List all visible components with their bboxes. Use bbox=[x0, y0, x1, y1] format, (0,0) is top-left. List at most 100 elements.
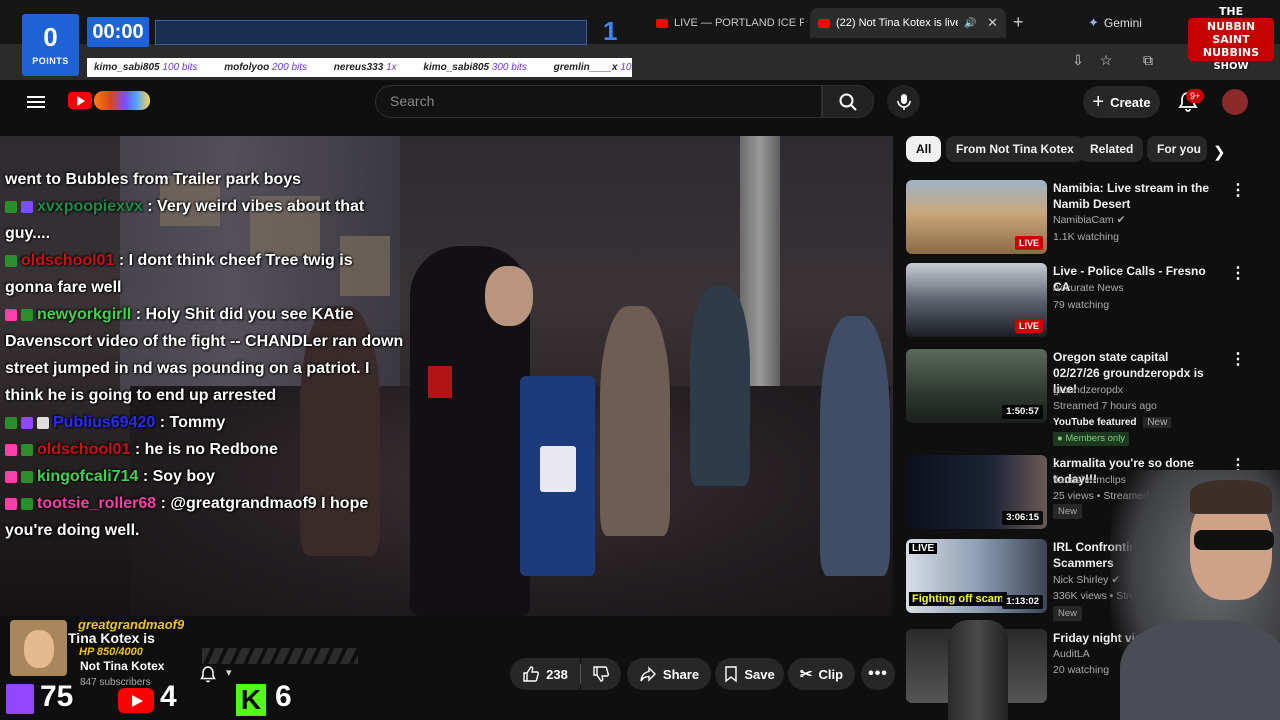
video-thumbnail[interactable]: 3:06:15 bbox=[906, 455, 1047, 529]
chip-all[interactable]: All bbox=[906, 136, 942, 162]
subscriber-count: 847 subscribers bbox=[80, 677, 151, 688]
recommendation-item[interactable]: LIVE Live - Police Calls - Fresno CA Acc… bbox=[906, 263, 1246, 343]
voice-search-button[interactable] bbox=[887, 85, 920, 118]
channel-name[interactable]: groundzeropdx bbox=[1053, 384, 1123, 396]
save-button[interactable]: Save bbox=[715, 658, 784, 690]
account-avatar[interactable] bbox=[1222, 89, 1248, 115]
close-tab-icon[interactable]: ✕ bbox=[981, 15, 998, 31]
recommendation-item[interactable]: LIVE Namibia: Live stream in the Namib D… bbox=[906, 180, 1246, 260]
badge-icon bbox=[21, 497, 33, 510]
ticker-item: gremlin____x 100 bits bbox=[553, 62, 632, 73]
channel-avatar[interactable] bbox=[10, 620, 67, 676]
chevron-down-icon[interactable]: ▾ bbox=[226, 666, 232, 679]
points-value: 0 bbox=[43, 22, 58, 52]
more-vertical-icon[interactable]: ⋮ bbox=[1230, 180, 1246, 200]
badge-icon bbox=[5, 254, 17, 267]
chip-for-you[interactable]: For you bbox=[1147, 136, 1207, 162]
duration-badge: 1:50:57 bbox=[1002, 405, 1043, 419]
menu-icon[interactable] bbox=[27, 93, 45, 109]
ticker-item: mofolyoo 200 bits bbox=[224, 62, 308, 73]
tab-not-tina-kotex[interactable]: (22) Not Tina Kotex is live - 🔊 ✕ bbox=[810, 8, 1006, 38]
notification-badge: 9+ bbox=[1186, 89, 1205, 103]
create-button[interactable]: + Create bbox=[1083, 86, 1160, 118]
chip-from-channel[interactable]: From Not Tina Kotex bbox=[946, 136, 1084, 162]
video-thumbnail[interactable]: 1:50:57 bbox=[906, 349, 1047, 423]
share-button[interactable]: Share bbox=[627, 658, 711, 690]
thumbnail-live-text: LIVE bbox=[909, 543, 938, 554]
subscription-bell-icon[interactable] bbox=[198, 664, 218, 684]
kick-viewer-count: 6 bbox=[275, 680, 292, 713]
show-logo: THE NUBBIN SAINT NUBBINS SHOW bbox=[1186, 2, 1276, 74]
kick-icon: K bbox=[236, 684, 266, 716]
hp-bar bbox=[202, 648, 358, 664]
recommendation-item[interactable]: 1:50:57 Oregon state capital 02/27/26 gr… bbox=[906, 349, 1246, 449]
more-vertical-icon[interactable]: ⋮ bbox=[1230, 349, 1246, 369]
channel-name[interactable]: Nick Shirley bbox=[1053, 574, 1108, 586]
video-thumbnail[interactable]: LIVE bbox=[906, 180, 1047, 254]
verified-icon: ✔ bbox=[1116, 214, 1126, 226]
chat-message: xvxpoopiexvx : Very weird vibes about th… bbox=[5, 198, 365, 242]
extensions-icon[interactable]: ⧉ bbox=[1138, 50, 1158, 70]
channel-name[interactable]: Not Tina Kotex bbox=[80, 659, 164, 673]
clip-button[interactable]: ✂ Clip bbox=[788, 658, 855, 690]
search-icon bbox=[839, 93, 857, 111]
thumbnail-caption: Fighting off scam bbox=[909, 592, 1007, 606]
video-meta: 79 watching bbox=[1053, 299, 1110, 311]
heart-icon bbox=[5, 497, 17, 510]
channel-name[interactable]: Accurate News bbox=[1053, 282, 1124, 294]
channel-name[interactable]: AuditLA bbox=[1053, 648, 1090, 660]
more-actions-button[interactable]: ••• bbox=[861, 658, 895, 690]
badge-icon bbox=[21, 200, 33, 213]
like-button[interactable]: 238 bbox=[510, 658, 580, 690]
duration-badge: 1:13:02 bbox=[1002, 595, 1043, 609]
chat-message: Publius69420 : Tommy bbox=[5, 409, 405, 436]
create-label: Create bbox=[1110, 94, 1151, 110]
plus-icon: + bbox=[1092, 91, 1105, 113]
search-input[interactable]: Search bbox=[375, 85, 822, 118]
dislike-button[interactable] bbox=[581, 658, 621, 690]
thumbs-up-icon bbox=[523, 666, 540, 682]
speaker-icon[interactable]: 🔊 bbox=[964, 18, 976, 29]
share-label: Share bbox=[662, 666, 700, 682]
screen: LIVE — PORTLAND ICE F ✕ (22) Not Tina Ko… bbox=[0, 0, 1280, 720]
tab-portland[interactable]: LIVE — PORTLAND ICE F ✕ bbox=[648, 8, 804, 38]
new-badge: New bbox=[1053, 504, 1083, 519]
members-only-badge: ● Members only bbox=[1053, 432, 1130, 446]
video-title[interactable]: Namibia: Live stream in the Namib Desert bbox=[1053, 180, 1213, 212]
new-tab-icon[interactable]: + bbox=[1013, 12, 1024, 33]
search-button[interactable] bbox=[822, 85, 874, 118]
ticker-item: nereus333 1x bbox=[333, 62, 397, 73]
clip-label: Clip bbox=[818, 666, 844, 682]
video-meta: Streamed 7 hours ago bbox=[1053, 400, 1157, 412]
badge-icon bbox=[21, 470, 33, 483]
heart-icon bbox=[5, 470, 17, 483]
chat-message: oldschool01 : I dont think cheef Tree tw… bbox=[5, 252, 353, 296]
chevron-right-icon[interactable]: ❯ bbox=[1213, 143, 1226, 161]
twitch-viewer-count: 75 bbox=[40, 680, 74, 713]
video-thumbnail[interactable]: LIVE bbox=[906, 263, 1047, 337]
bookmark-star-icon[interactable]: ☆ bbox=[1096, 50, 1116, 70]
like-count: 238 bbox=[546, 666, 568, 682]
more-vertical-icon[interactable]: ⋮ bbox=[1230, 263, 1246, 283]
video-thumbnail[interactable]: LIVE Fighting off scam 1:13:02 bbox=[906, 539, 1047, 613]
thumbs-down-icon bbox=[593, 666, 609, 682]
more-horizontal-icon: ••• bbox=[868, 665, 888, 682]
bits-ticker: kimo_sabi805 100 bits mofolyoo 200 bits … bbox=[87, 58, 632, 77]
streamer-webcam bbox=[1110, 470, 1280, 720]
hp-readout: HP 850/4000 bbox=[79, 646, 143, 658]
youtube-logo[interactable] bbox=[68, 92, 92, 109]
badge-icon bbox=[5, 200, 17, 213]
channel-name[interactable]: NamibiaCam bbox=[1053, 214, 1114, 226]
youtube-icon bbox=[118, 688, 154, 713]
save-label: Save bbox=[744, 666, 775, 682]
gemini-button[interactable]: ✦ Gemini bbox=[1088, 13, 1142, 33]
ticker-item: kimo_sabi805 300 bits bbox=[423, 62, 527, 73]
youtube-favicon-icon bbox=[656, 18, 668, 28]
badge-icon bbox=[21, 443, 33, 456]
install-app-icon[interactable]: ⇩ bbox=[1068, 50, 1088, 70]
heart-icon bbox=[5, 308, 17, 321]
youtube-doodle[interactable] bbox=[94, 91, 150, 110]
video-meta: 1.1K watching bbox=[1053, 231, 1119, 243]
chip-related[interactable]: Related bbox=[1080, 136, 1144, 162]
badge-icon bbox=[37, 416, 49, 429]
